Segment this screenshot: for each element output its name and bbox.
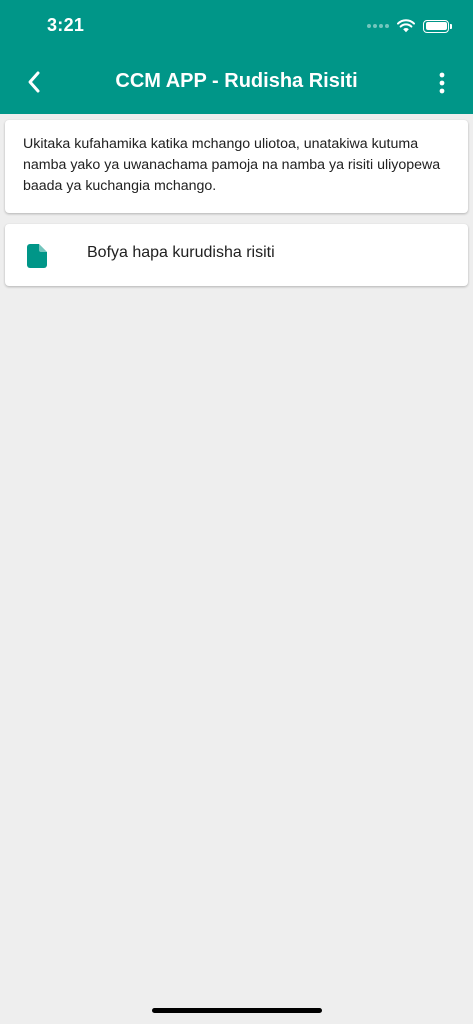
app-header: 3:21 CCM APP - Rudisha Risiti bbox=[0, 0, 473, 114]
home-indicator[interactable] bbox=[152, 1008, 322, 1013]
info-card: Ukitaka kufahamika katika mchango ulioto… bbox=[5, 120, 468, 213]
info-text: Ukitaka kufahamika katika mchango ulioto… bbox=[23, 136, 441, 194]
return-receipt-button[interactable]: Bofya hapa kurudisha risiti bbox=[5, 224, 468, 286]
status-indicators bbox=[367, 16, 452, 36]
status-time: 3:21 bbox=[47, 15, 85, 35]
return-receipt-label: Bofya hapa kurudisha risiti bbox=[87, 244, 275, 261]
page-title: CCM APP - Rudisha Risiti bbox=[115, 70, 358, 92]
cellular-signal-icon bbox=[367, 24, 389, 28]
battery-icon bbox=[423, 19, 452, 33]
file-icon bbox=[27, 244, 47, 268]
more-vertical-icon bbox=[439, 72, 445, 94]
wifi-icon bbox=[397, 19, 415, 33]
overflow-menu-button[interactable] bbox=[425, 66, 459, 100]
